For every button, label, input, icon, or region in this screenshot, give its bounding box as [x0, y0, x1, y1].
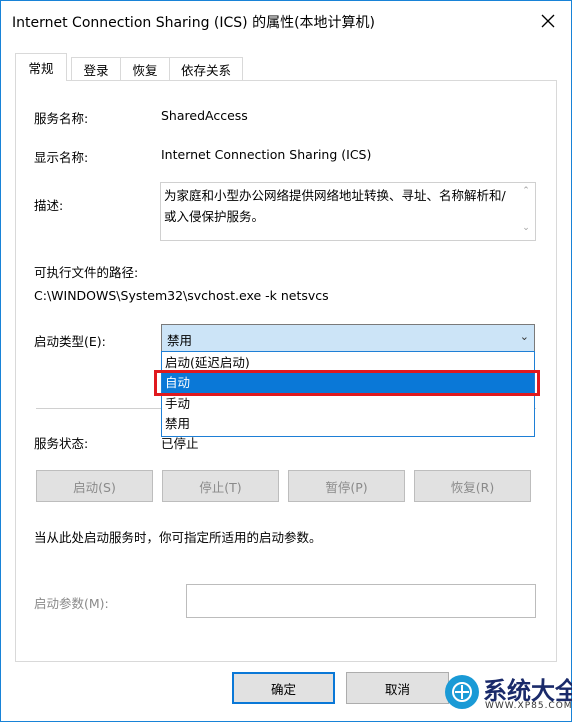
tab-general[interactable]: 常规 — [15, 53, 67, 81]
hint-text: 当从此处启动服务时，你可指定所适用的启动参数。 — [34, 530, 322, 545]
start-params-input[interactable] — [186, 584, 536, 618]
ok-button[interactable]: 确定 — [232, 672, 335, 704]
startup-option-disabled[interactable]: 禁用 — [162, 414, 534, 434]
tab-dependencies[interactable]: 依存关系 — [169, 57, 243, 80]
title-bar[interactable]: Internet Connection Sharing (ICS) 的属性(本地… — [1, 1, 571, 41]
watermark: 系统大全 WWW.XP85.COM — [441, 669, 572, 719]
service-status-label: 服务状态: — [34, 436, 89, 451]
startup-type-label: 启动类型(E): — [34, 334, 106, 349]
window-title: Internet Connection Sharing (ICS) 的属性(本地… — [12, 15, 375, 31]
startup-option-manual[interactable]: 手动 — [162, 394, 534, 414]
stop-button[interactable]: 停止(T) — [162, 470, 279, 502]
path-label: 可执行文件的路径: — [34, 265, 139, 280]
resume-button[interactable]: 恢复(R) — [414, 470, 531, 502]
description-box[interactable]: 为家庭和小型办公网络提供网络地址转换、寻址、名称解析和/或入侵保护服务。 ⌃ ⌄ — [160, 182, 536, 241]
scroll-up-icon[interactable]: ⌃ — [520, 186, 532, 198]
start-params-label: 启动参数(M): — [34, 596, 109, 611]
description-label: 描述: — [34, 198, 64, 213]
tab-logon[interactable]: 登录 — [71, 57, 121, 80]
startup-type-select[interactable]: 禁用 ⌄ — [161, 324, 535, 352]
tab-recovery[interactable]: 恢复 — [120, 57, 170, 80]
chevron-down-icon: ⌄ — [519, 330, 529, 343]
close-icon — [541, 14, 555, 28]
scroll-down-icon[interactable]: ⌄ — [520, 223, 532, 235]
general-panel: 服务名称: SharedAccess 显示名称: Internet Connec… — [15, 80, 557, 662]
close-button[interactable] — [525, 1, 571, 41]
service-name-label: 服务名称: — [34, 111, 89, 126]
highlight-box — [154, 370, 540, 396]
display-name-label: 显示名称: — [34, 150, 89, 165]
display-name-value: Internet Connection Sharing (ICS) — [161, 147, 372, 162]
properties-dialog: Internet Connection Sharing (ICS) 的属性(本地… — [0, 0, 572, 722]
service-name-value: SharedAccess — [161, 108, 248, 123]
cancel-button[interactable]: 取消 — [346, 672, 449, 704]
pause-button[interactable]: 暂停(P) — [288, 470, 405, 502]
path-value: C:\WINDOWS\System32\svchost.exe -k netsv… — [34, 288, 329, 303]
watermark-url: WWW.XP85.COM — [485, 701, 572, 711]
start-button[interactable]: 启动(S) — [36, 470, 153, 502]
description-text: 为家庭和小型办公网络提供网络地址转换、寻址、名称解析和/或入侵保护服务。 — [164, 188, 506, 224]
watermark-logo-icon — [445, 675, 479, 709]
startup-type-value: 禁用 — [167, 333, 193, 348]
